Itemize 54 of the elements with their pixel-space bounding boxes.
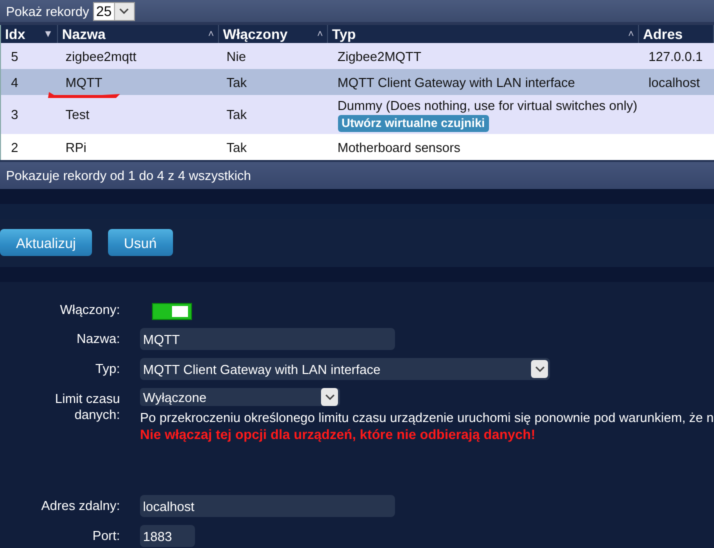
sort-icon: ˄: [208, 28, 214, 40]
column-header[interactable]: Adres: [638, 25, 714, 43]
text-field[interactable]: 1883: [140, 525, 195, 547]
records-label: Pokaż rekordy: [6, 4, 90, 18]
table-cell: 127.0.0.1: [648, 48, 703, 64]
action-button[interactable]: Aktualizuj: [0, 229, 92, 256]
sort-icon: ▼: [43, 28, 53, 40]
table-row[interactable]: 4 MQTT Tak MQTT Client Gateway with LAN interface localhost: [0, 69, 714, 95]
table-cell: MQTT Client Gateway with LAN interface: [338, 74, 575, 90]
enabled-toggle[interactable]: [152, 303, 192, 320]
table-cell: localhost: [648, 74, 700, 90]
records-info: Pokazuje rekordy od 1 do 4 z 4 wszystkich: [6, 168, 251, 183]
table-cell: Motherboard sensors: [338, 140, 460, 154]
table-cell: 3: [11, 107, 18, 122]
help-text: Po przekroczeniu określonego limitu czasu urządzenie uruchomi się ponownie pod warunkiem, że n: [140, 409, 714, 426]
field-label: Limit czasu danych:: [54, 390, 120, 423]
sort-icon: ˄: [317, 28, 323, 40]
table-row[interactable]: 3 Test Tak Dummy (Does nothing, use for virtual switches only) Utwórz wirtualne czujniki: [0, 95, 714, 134]
table-cell: 5: [11, 48, 18, 64]
field-label: Adres zdalny:: [40, 497, 120, 514]
field-label: Port:: [92, 527, 120, 544]
column-header[interactable]: Włączony ˄: [218, 25, 328, 43]
column-header[interactable]: Typ ˄: [328, 25, 638, 43]
field-label: Włączony:: [59, 301, 120, 318]
warning-text: Nie włączaj tej opcji dla urządzeń, które nie odbierają danych!: [140, 426, 536, 443]
page-size-select[interactable]: 25: [93, 2, 135, 20]
table-row[interactable]: 2 RPi Tak Motherboard sensors: [0, 134, 714, 160]
text-field[interactable]: MQTT: [140, 328, 395, 350]
table-row[interactable]: 5 zigbee2mqtt Nie Zigbee2MQTT 127.0.0.1: [0, 43, 714, 69]
table-cell: zigbee2mqtt: [66, 48, 136, 64]
caret-icon: [119, 8, 130, 14]
timeout-select[interactable]: Wyłączone: [140, 388, 340, 406]
type-select[interactable]: MQTT Client Gateway with LAN interface: [140, 358, 550, 380]
action-button[interactable]: Usuń: [108, 229, 173, 256]
table-cell: Zigbee2MQTT: [338, 48, 422, 64]
table-cell: Dummy (Does nothing, use for virtual switches only): [338, 97, 634, 114]
table-cell: Tak: [226, 74, 247, 90]
create-sensors-button[interactable]: Utwórz wirtualne czujniki: [338, 115, 489, 132]
table-cell: MQTT: [66, 74, 102, 90]
table-cell: Nie: [226, 48, 246, 64]
column-header[interactable]: Nazwa ˄: [58, 25, 218, 43]
field-label: Nazwa:: [76, 330, 120, 347]
table-cell: RPi: [66, 140, 86, 154]
table-cell: 2: [11, 140, 18, 154]
field-label: Typ:: [94, 360, 120, 377]
column-header[interactable]: Idx ▼: [0, 25, 58, 43]
table-cell: 4: [11, 74, 18, 90]
caret-icon: [534, 366, 544, 372]
sort-icon: ˄: [628, 28, 634, 40]
table-cell: Tak: [226, 107, 247, 122]
table-cell: Tak: [226, 140, 247, 154]
table-cell: Test: [66, 107, 90, 122]
text-field[interactable]: localhost: [140, 495, 395, 517]
caret-icon: [324, 394, 334, 400]
